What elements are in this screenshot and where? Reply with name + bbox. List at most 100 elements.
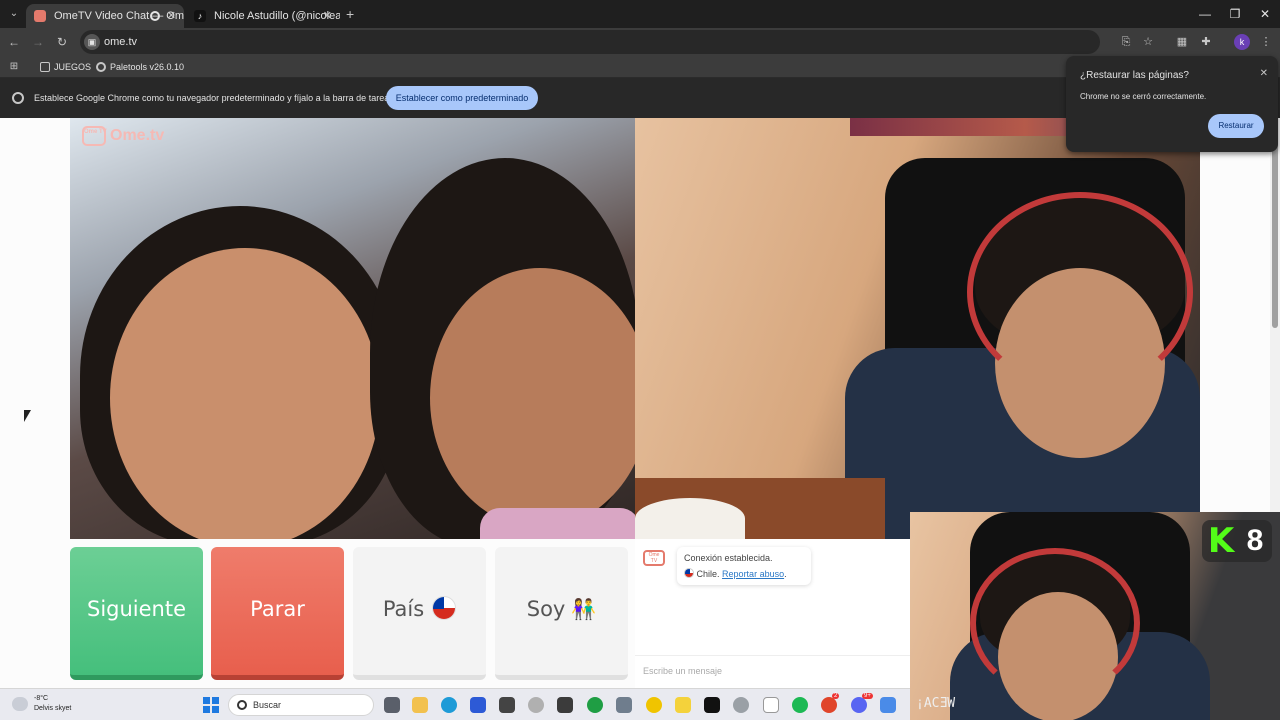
couple-icon: 👫 [571, 597, 597, 621]
chrome-icon[interactable] [733, 697, 749, 713]
bookmark-star-icon[interactable]: ☆ [1140, 34, 1156, 50]
notification-badge: 2 [832, 693, 840, 699]
edge-icon[interactable] [441, 697, 457, 713]
close-window-icon[interactable]: ✕ [1250, 0, 1280, 28]
ometv-chat-icon: Ome TV [643, 550, 665, 566]
chrome-canary-icon[interactable] [646, 697, 662, 713]
extension-icon[interactable]: ▦ [1174, 34, 1190, 50]
set-default-button[interactable]: Establecer como predeterminado [386, 86, 538, 110]
menu-kebab-icon[interactable]: ⋮ [1258, 34, 1274, 50]
bookmark-paletools[interactable]: Paletools v26.0.10 [96, 59, 184, 75]
ometv-favicon-icon [34, 10, 46, 22]
tab-title: Nicole Astudillo (@nicoleastud [214, 10, 340, 22]
opera-gx-icon[interactable] [821, 697, 837, 713]
tiktok-icon[interactable] [704, 697, 720, 713]
popup-title: ¿Restaurar las páginas? [1080, 70, 1189, 81]
notification-badge: 9+ [862, 693, 873, 699]
xbox-icon[interactable] [587, 697, 603, 713]
self-video [635, 118, 1200, 539]
mouse-cursor-icon [24, 410, 31, 422]
gender-label: Soy [526, 597, 566, 621]
stop-label: Parar [250, 597, 305, 621]
message-input[interactable]: Escribe un mensaje [635, 655, 910, 685]
folder-icon [40, 62, 50, 72]
clothing [480, 508, 635, 539]
chrome-icon [12, 92, 24, 104]
new-tab-button[interactable]: + [346, 4, 354, 24]
cast-icon[interactable]: ⎘ [1118, 34, 1134, 50]
calculator-icon[interactable] [557, 697, 573, 713]
tab-ometv[interactable]: OmeTV Video Chat — Ome ✕ [26, 4, 184, 28]
restore-pages-popup: ¿Restaurar las páginas? ✕ Chrome no se c… [1066, 56, 1278, 152]
weather-cloud-icon[interactable] [12, 697, 28, 711]
address-bar[interactable]: ▣ ome.tv [80, 30, 1100, 54]
windows-start-icon[interactable] [203, 697, 219, 713]
editor-icon[interactable] [470, 697, 486, 713]
country-label: País [382, 597, 425, 621]
tiktok-favicon-icon: ♪ [194, 10, 206, 22]
headset [970, 548, 1140, 698]
search-label: Buscar [253, 700, 282, 710]
close-tab-icon[interactable]: ✕ [323, 4, 332, 28]
forward-icon[interactable]: → [30, 34, 46, 50]
country-line: Chile. Reportar abuso. [684, 568, 787, 579]
chile-flag-icon [432, 596, 457, 620]
apps-grid-icon[interactable]: ⊞ [6, 59, 22, 75]
headset [967, 192, 1193, 392]
next-button[interactable]: Siguiente [70, 547, 203, 680]
file-explorer-icon[interactable] [412, 697, 428, 713]
kick-viewer-badge: K 8 [1202, 520, 1272, 562]
app-icon[interactable] [499, 697, 515, 713]
back-icon[interactable]: ← [6, 34, 22, 50]
store-icon[interactable] [616, 697, 632, 713]
tab-strip: ⌄ OmeTV Video Chat — Ome ✕ ♪ Nicole Astu… [0, 0, 1280, 28]
app-icon[interactable] [880, 697, 896, 713]
tv-icon: Ome TV [82, 126, 107, 146]
profile-avatar[interactable]: k [1234, 34, 1250, 50]
kick-logo-icon: K [1207, 521, 1235, 561]
system-message: Conexión establecida. Chile. Reportar ab… [677, 547, 811, 585]
bookmark-juegos[interactable]: JUEGOS [40, 59, 91, 75]
country-name: Chile. [696, 569, 720, 579]
bookmark-label: JUEGOS [54, 62, 92, 72]
tab-tiktok[interactable]: ♪ Nicole Astudillo (@nicoleastud ✕ [186, 4, 340, 28]
reload-icon[interactable]: ↻ [54, 34, 70, 50]
next-label: Siguiente [86, 597, 187, 621]
gender-button[interactable]: Soy 👫 [495, 547, 628, 680]
browser-toolbar: ← → ↻ ▣ ome.tv ⎘ ☆ ▦ ✚ k ⋮ [0, 28, 1280, 56]
recording-icon [150, 11, 160, 21]
close-icon[interactable]: ✕ [1260, 68, 1268, 79]
popup-body: Chrome no se cerró correctamente. [1080, 92, 1207, 101]
restore-button[interactable]: Restaurar [1208, 114, 1264, 138]
infobar-message: Establece Google Chrome como tu navegado… [34, 93, 394, 103]
bookmark-label: Paletools v26.0.10 [110, 62, 185, 72]
discord-icon[interactable] [851, 697, 867, 713]
search-icon [237, 700, 247, 710]
close-tab-icon[interactable]: ✕ [167, 4, 176, 28]
logo-text: Ome.tv [110, 127, 165, 144]
chat-panel: Ome TV Conexión establecida. Chile. Repo… [635, 539, 910, 688]
site-info-icon[interactable]: ▣ [84, 34, 100, 50]
chile-flag-icon [684, 568, 694, 578]
restore-window-icon[interactable]: ❐ [1220, 0, 1250, 28]
country-button[interactable]: País [353, 547, 486, 680]
minimize-icon[interactable]: — [1190, 0, 1220, 28]
settings-icon[interactable] [528, 697, 544, 713]
weather-temperature[interactable]: -8°C [34, 695, 48, 702]
document-icon[interactable] [763, 697, 779, 713]
viewer-count: 8 [1246, 524, 1264, 557]
tab-search-icon[interactable]: ⌄ [6, 6, 22, 22]
person-face [430, 268, 635, 528]
weather-description[interactable]: Delvis skyet [34, 705, 71, 712]
stop-button[interactable]: Parar [211, 547, 344, 680]
task-view-icon[interactable] [384, 697, 400, 713]
report-abuse-link[interactable]: Reportar abuso [722, 569, 784, 579]
sticky-notes-icon[interactable] [675, 697, 691, 713]
url-text: ome.tv [104, 36, 138, 48]
connection-status: Conexión establecida. [684, 553, 773, 563]
tab-title: OmeTV Video Chat — Ome [54, 10, 184, 22]
extensions-puzzle-icon[interactable]: ✚ [1198, 34, 1214, 50]
taskbar-search[interactable]: Buscar [228, 694, 374, 716]
watermark-text: ¡ACƎW [916, 696, 956, 711]
spotify-icon[interactable] [792, 697, 808, 713]
